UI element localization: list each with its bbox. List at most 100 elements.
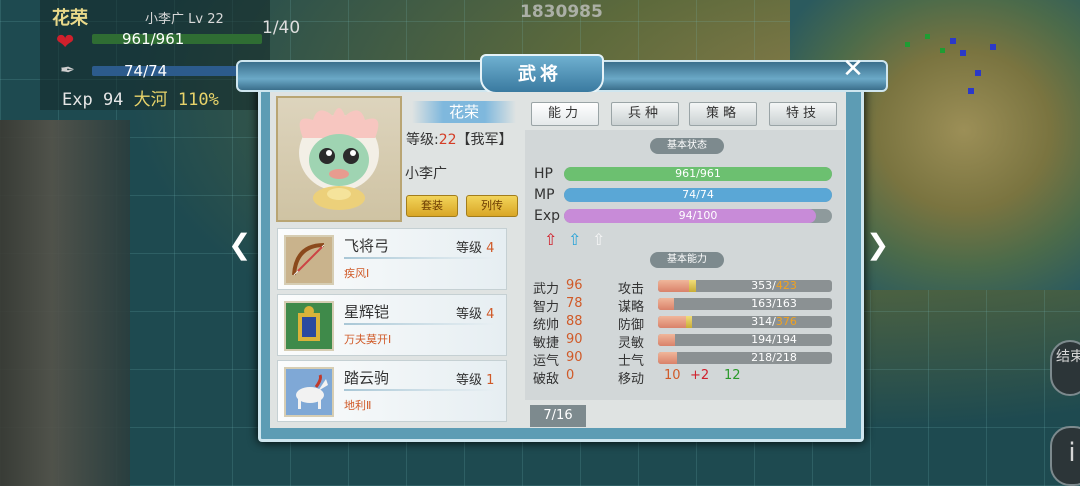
combat-stat-bar: 218/218 (658, 352, 832, 364)
combat-stat-value: 218/218 (718, 352, 830, 364)
enemy-unit-marker (990, 44, 996, 50)
info-icon: i (1068, 438, 1076, 468)
basic-ability-label: 基本能力 (650, 252, 724, 268)
equipment-level-label: 等级 (456, 241, 483, 256)
hp-bar-text: 961/961 (675, 167, 721, 180)
hp-bar: 961/961 (564, 167, 832, 181)
equipment-level-value: 4 (486, 307, 495, 322)
end-turn-button[interactable]: 结束 (1050, 340, 1080, 396)
white-up-arrow-icon[interactable]: ⇧ (592, 230, 605, 249)
attr-value: 0 (566, 368, 575, 383)
tab-ability[interactable]: 能力 (531, 102, 599, 126)
combat-stat-value: 163/163 (718, 298, 830, 310)
red-up-arrow-icon[interactable]: ⇧ (544, 230, 557, 249)
score-counter: 1830985 (520, 2, 603, 22)
combat-stat-bar: 353/423 (658, 280, 832, 292)
ally-unit-marker (925, 34, 930, 39)
map-cliff-region (0, 120, 130, 486)
general-level-value: 22 (438, 132, 457, 148)
equipment-card-armor[interactable]: 星辉铠 等级 4 万夫莫开Ⅰ (277, 294, 507, 356)
prev-general-arrow-icon[interactable]: ❮ (228, 228, 251, 261)
hp-label: HP (534, 166, 553, 182)
general-faction: 【我军】 (456, 132, 513, 148)
equipment-level-value: 4 (486, 241, 495, 256)
tab-strategy[interactable]: 策略 (689, 102, 757, 126)
armor-icon (284, 301, 334, 351)
general-level: 等级:22【我军】 (406, 129, 513, 149)
move-label: 移动 (618, 372, 645, 387)
exp-bar: 94/100 (564, 209, 832, 223)
divider (344, 389, 494, 391)
combat-stat-name: 灵敏 (618, 336, 645, 351)
combat-stat-base: 194 (751, 334, 773, 346)
exp-label: Exp (534, 208, 561, 224)
hud-mp-text: 74/74 (124, 62, 168, 80)
equipment-level: 等级 4 (456, 303, 494, 322)
equipment-level: 等级 4 (456, 237, 494, 256)
attr-name: 统帅 (533, 318, 560, 333)
hud-hp-text: 961/961 (122, 30, 185, 48)
combat-stat-bonus-fill (689, 280, 697, 292)
end-turn-label: 结束 (1056, 349, 1080, 365)
ally-unit-marker (940, 48, 945, 53)
dialog-title: 武将 (518, 64, 562, 85)
heart-icon: ❤ (56, 30, 75, 55)
combat-stat-fill (658, 352, 678, 364)
blue-up-arrow-icon[interactable]: ⇧ (568, 230, 581, 249)
hud-exp-line: Exp 94 大河 110% (62, 85, 219, 110)
combat-stat-fill (658, 298, 674, 310)
ally-unit-marker (905, 42, 910, 47)
combat-stat-total: 218 (775, 352, 797, 364)
dragon-portrait-icon (299, 108, 379, 210)
general-portrait (276, 96, 402, 222)
close-icon[interactable]: ✕ (840, 56, 866, 82)
equipment-skill: 疾风Ⅰ (344, 267, 370, 280)
general-name: 花荣 (412, 101, 516, 123)
combat-stat-bar: 314/376 (658, 316, 832, 328)
tab-troops[interactable]: 兵种 (611, 102, 679, 126)
combat-stat-bar: 194/194 (658, 334, 832, 346)
general-alias: 小李广 (405, 166, 447, 182)
equipment-level: 等级 1 (456, 369, 494, 388)
combat-stat-base: 218 (751, 352, 773, 364)
combat-stat-base: 353 (751, 280, 773, 292)
tab-skills[interactable]: 特技 (769, 102, 837, 126)
equipment-skill: 地利Ⅱ (344, 399, 372, 412)
equipment-card-horse[interactable]: 踏云驹 等级 1 地利Ⅱ (277, 360, 507, 422)
equipment-level-label: 等级 (456, 307, 483, 322)
divider (344, 257, 494, 259)
next-general-arrow-icon[interactable]: ❯ (866, 228, 889, 261)
combat-stat-total: 423 (775, 280, 797, 292)
enemy-unit-marker (975, 70, 981, 76)
mp-label: MP (534, 187, 555, 203)
general-level-label: 等级: (406, 132, 439, 148)
divider (344, 323, 494, 325)
set-button[interactable]: 套装 (406, 195, 458, 217)
combat-stat-bonus-fill (685, 316, 692, 328)
combat-stat-base: 163 (751, 298, 773, 310)
bow-icon (284, 235, 334, 285)
move-bonus: +2 (690, 368, 710, 383)
combat-stat-total: 163 (775, 298, 797, 310)
info-button[interactable]: i (1050, 426, 1080, 486)
combat-stat-total: 194 (775, 334, 797, 346)
combat-stat-value: 314/376 (718, 316, 830, 328)
hud-terrain: 大河 110% (133, 90, 219, 110)
equipment-name: 踏云驹 (344, 369, 390, 387)
enemy-unit-marker (968, 88, 974, 94)
turn-counter: 1/40 (262, 18, 301, 38)
attr-value: 78 (566, 296, 583, 311)
combat-stat-value: 353/423 (718, 280, 830, 292)
combat-stat-name: 谋略 (618, 300, 645, 315)
equipment-name: 星辉铠 (344, 303, 390, 321)
mp-bar-text: 74/74 (682, 188, 714, 201)
move-total: 12 (724, 368, 741, 383)
equipment-skill: 万夫莫开Ⅰ (344, 333, 392, 346)
horse-icon (284, 367, 334, 417)
attr-name: 武力 (533, 282, 560, 297)
equipment-card-bow[interactable]: 飞将弓 等级 4 疾风Ⅰ (277, 228, 507, 290)
biography-button[interactable]: 列传 (466, 195, 518, 217)
move-base: 10 (664, 368, 681, 383)
combat-stat-name: 攻击 (618, 282, 645, 297)
combat-stat-name: 防御 (618, 318, 645, 333)
